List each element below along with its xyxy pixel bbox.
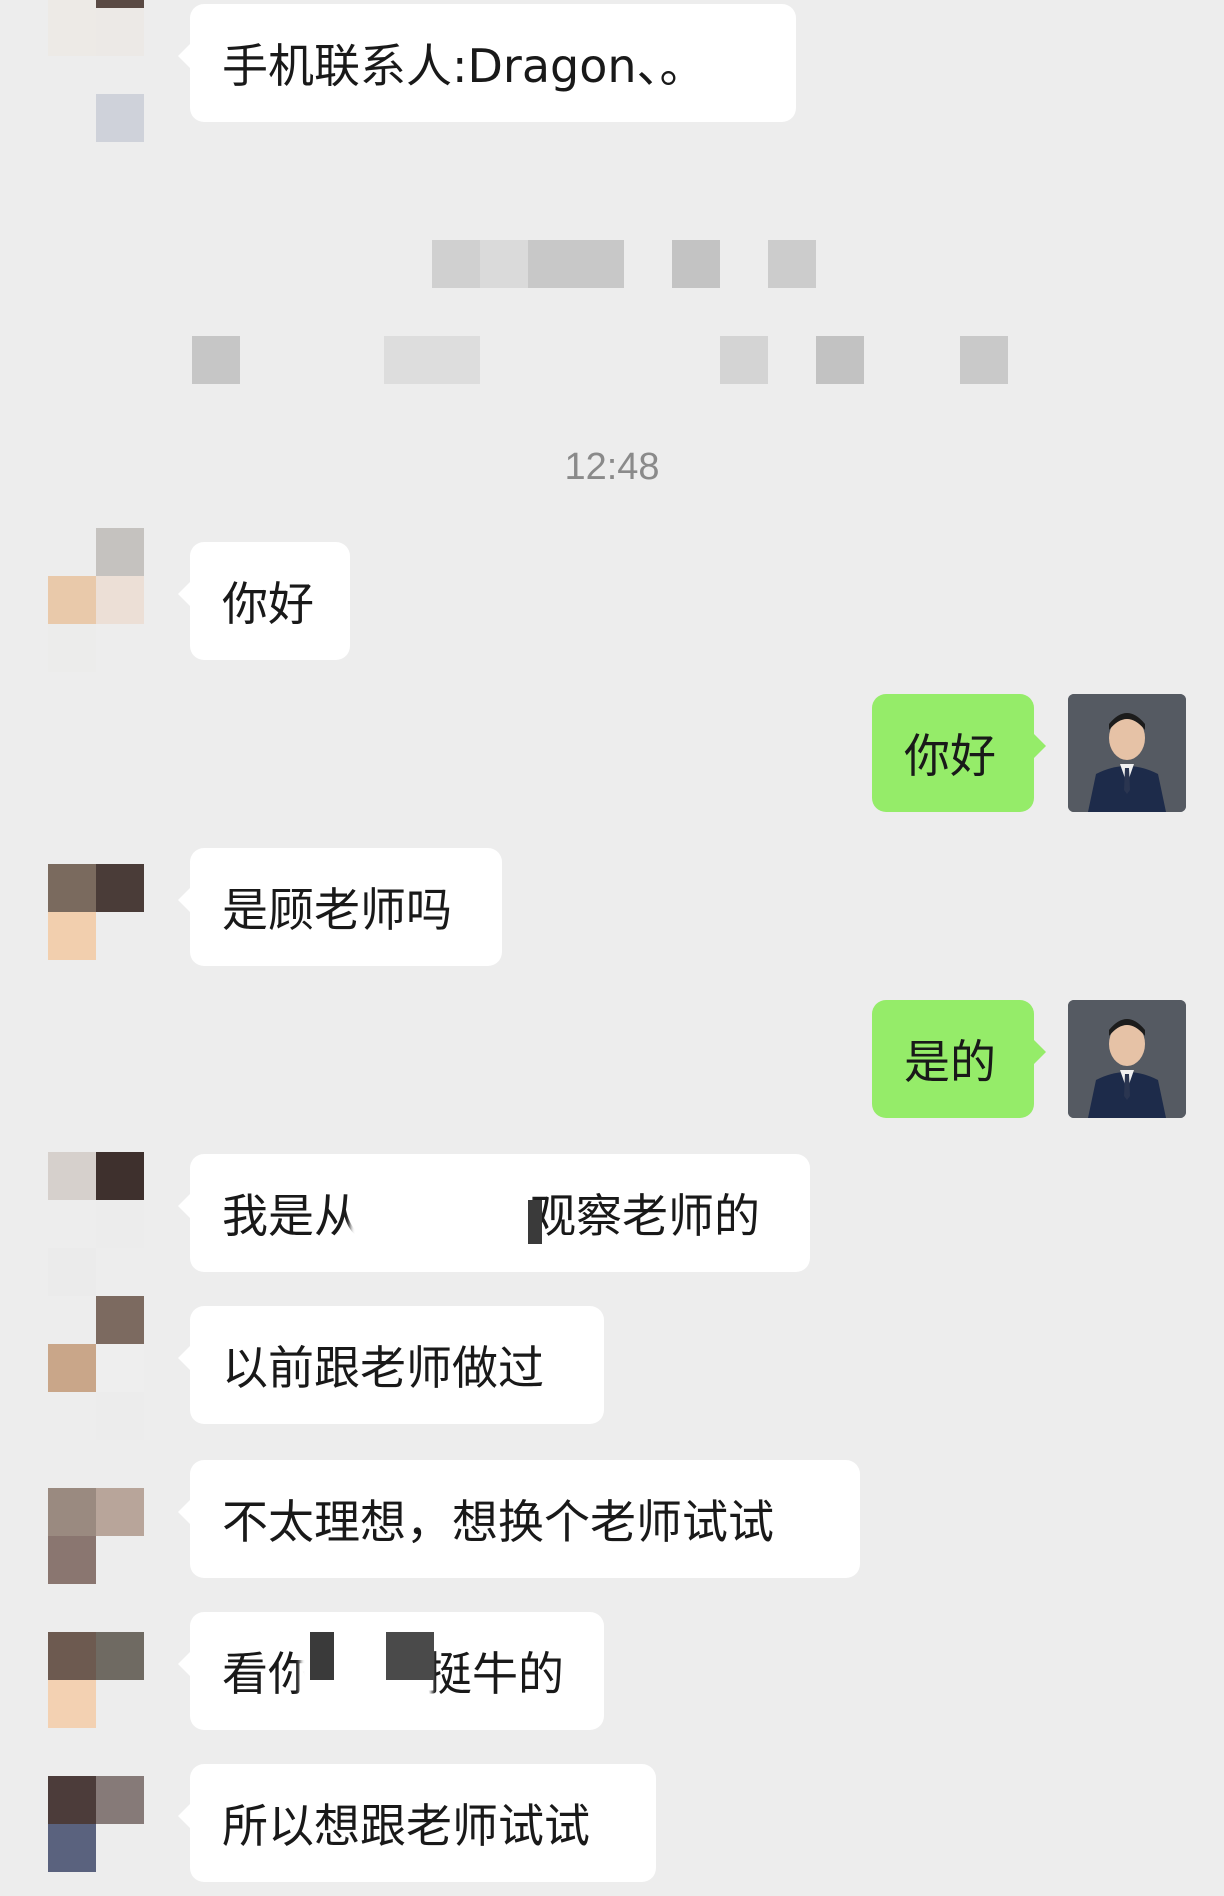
contact-avatar[interactable]	[48, 1488, 144, 1584]
message-text: 所以想跟老师试试	[222, 1799, 590, 1853]
message-text-part2: 观察老师的	[530, 1189, 760, 1243]
message-text: 以前跟老师做过	[222, 1341, 544, 1395]
message-text: 手机联系人:Dragon、。	[222, 39, 706, 93]
message-text-part1: 我是从	[222, 1189, 360, 1243]
message-timestamp: 12:48	[564, 446, 660, 488]
message-text: 是的	[904, 1035, 996, 1089]
message-bubble-outgoing[interactable]: 是的	[872, 1000, 1046, 1118]
message-bubble[interactable]: 是顾老师吗	[178, 848, 502, 966]
contact-avatar[interactable]	[48, 528, 144, 672]
message-bubble[interactable]: 手机联系人:Dragon、。	[178, 4, 796, 122]
message-bubble[interactable]: 不太理想，想换个老师试试	[178, 1460, 860, 1578]
contact-avatar[interactable]	[48, 1776, 144, 1872]
message-text: 是顾老师吗	[222, 883, 452, 937]
message-text-part2: 挺牛的	[426, 1647, 564, 1701]
contact-avatar[interactable]	[48, 1152, 144, 1296]
message-bubble[interactable]: 所以想跟老师试试	[178, 1764, 656, 1882]
message-text: 不太理想，想换个老师试试	[222, 1495, 774, 1549]
message-bubble-outgoing[interactable]: 你好	[872, 694, 1046, 812]
contact-avatar[interactable]	[48, 1632, 144, 1728]
contact-avatar-lower	[48, 94, 144, 142]
self-avatar[interactable]	[1068, 694, 1186, 812]
contact-avatar[interactable]	[48, 1296, 144, 1440]
redaction-block-dark	[386, 1632, 434, 1680]
message-text: 你好	[222, 577, 314, 631]
self-avatar[interactable]	[1068, 1000, 1186, 1118]
redaction-block	[350, 1196, 530, 1242]
redaction-block-dark	[528, 1200, 542, 1244]
message-bubble[interactable]: 以前跟老师做过	[178, 1306, 604, 1424]
message-text: 你好	[904, 729, 996, 783]
redaction-block-dark	[310, 1632, 334, 1680]
contact-avatar[interactable]	[48, 0, 144, 56]
contact-avatar[interactable]	[48, 864, 144, 960]
message-bubble[interactable]: 你好	[178, 542, 350, 660]
